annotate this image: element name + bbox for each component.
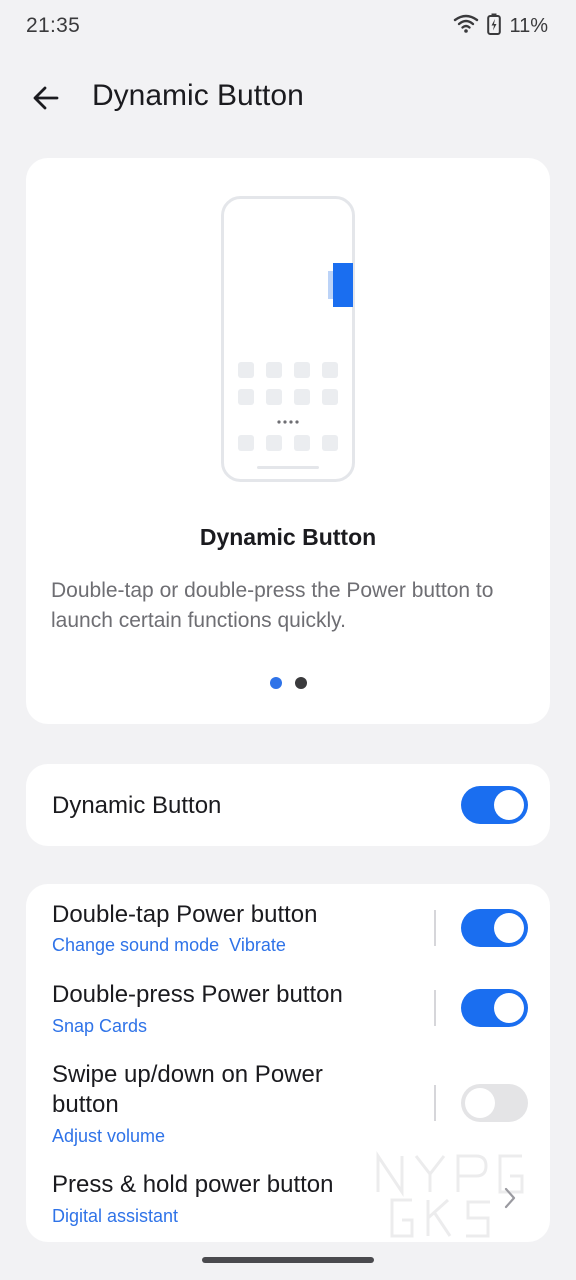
option-title: Double-tap Power button <box>52 901 318 928</box>
double-press-switch[interactable] <box>461 989 528 1027</box>
switch-knob <box>494 993 524 1023</box>
option-subtitle: Change sound mode Vibrate <box>52 935 286 956</box>
app-bar: Dynamic Button <box>0 66 576 130</box>
back-button[interactable] <box>22 74 70 122</box>
phone-illustration <box>221 196 355 482</box>
battery-percent: 11% <box>509 14 548 37</box>
option-swipe[interactable]: Swipe up/down on Power button Adjust vol… <box>26 1044 550 1154</box>
double-tap-switch[interactable] <box>461 909 528 947</box>
dynamic-button-label: Dynamic Button <box>52 792 222 819</box>
page-dot-2[interactable] <box>294 677 307 689</box>
status-icons: 11% <box>453 13 548 40</box>
divider <box>434 990 436 1026</box>
option-title: Double-press Power button <box>52 981 343 1008</box>
page-dot-1[interactable] <box>269 677 282 689</box>
switch-knob <box>494 790 524 820</box>
watermark-logo <box>376 1151 524 1238</box>
switch-knob <box>465 1088 495 1118</box>
swipe-switch[interactable] <box>461 1084 528 1122</box>
status-time: 21:35 <box>26 14 81 37</box>
option-title: Swipe up/down on Power button <box>52 1061 323 1118</box>
hero-title: Dynamic Button <box>199 524 377 550</box>
option-subtitle: Adjust volume <box>52 1126 166 1146</box>
status-bar: 21:35 11% <box>0 0 576 52</box>
option-subtitle-part: Vibrate <box>229 935 286 955</box>
option-double-press[interactable]: Double-press Power button Snap Cards <box>26 964 550 1044</box>
switch-knob <box>494 913 524 943</box>
option-double-tap[interactable]: Double-tap Power button Change sound mod… <box>26 884 550 964</box>
dynamic-button-switch[interactable] <box>461 786 528 824</box>
divider <box>434 1085 436 1121</box>
option-subtitle: Snap Cards <box>52 1016 148 1036</box>
arrow-left-icon <box>33 86 59 110</box>
page-indicator[interactable] <box>26 677 550 689</box>
hero-description: Double-tap or double-press the Power but… <box>51 579 494 632</box>
home-indicator[interactable] <box>202 1257 374 1263</box>
option-subtitle-part: Change sound mode <box>52 935 220 955</box>
dynamic-button-toggle-row[interactable]: Dynamic Button <box>26 764 550 846</box>
page-title: Dynamic Button <box>92 79 304 112</box>
divider <box>434 910 436 946</box>
option-subtitle: Digital assistant <box>52 1206 179 1226</box>
wifi-icon <box>453 14 479 39</box>
option-title: Press & hold power button <box>52 1171 334 1198</box>
hero-card[interactable]: Dynamic Button Double-tap or double-pres… <box>26 158 550 724</box>
battery-charging-icon <box>487 13 502 40</box>
